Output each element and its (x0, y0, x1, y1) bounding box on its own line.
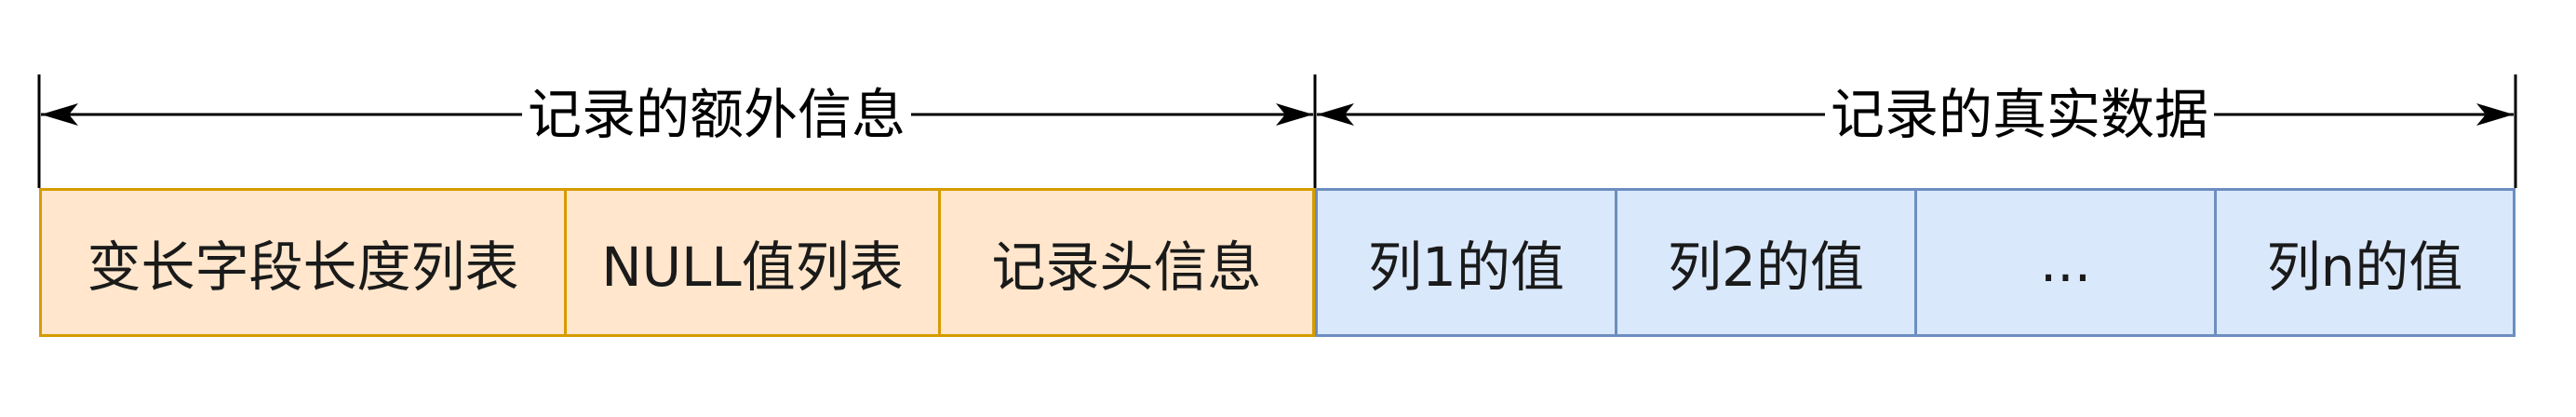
extra-info-span-label: 记录的额外信息 (521, 82, 912, 147)
column-n-value-cell: 列n的值 (2214, 188, 2516, 337)
null-value-list-cell: NULL值列表 (564, 188, 941, 337)
record-header-info-cell: 记录头信息 (938, 188, 1315, 337)
real-data-span-label: 记录的真实数据 (1824, 82, 2215, 147)
record-format-diagram: 记录的额外信息 记录的真实数据 变长字段长度列表 NULL值列表 记录头信息 列… (0, 0, 2576, 417)
variable-length-field-list-cell: 变长字段长度列表 (39, 188, 567, 337)
column-2-value-cell: 列2的值 (1615, 188, 1917, 337)
ellipsis-cell: ... (1914, 188, 2217, 337)
column-1-value-cell: 列1的值 (1315, 188, 1617, 337)
